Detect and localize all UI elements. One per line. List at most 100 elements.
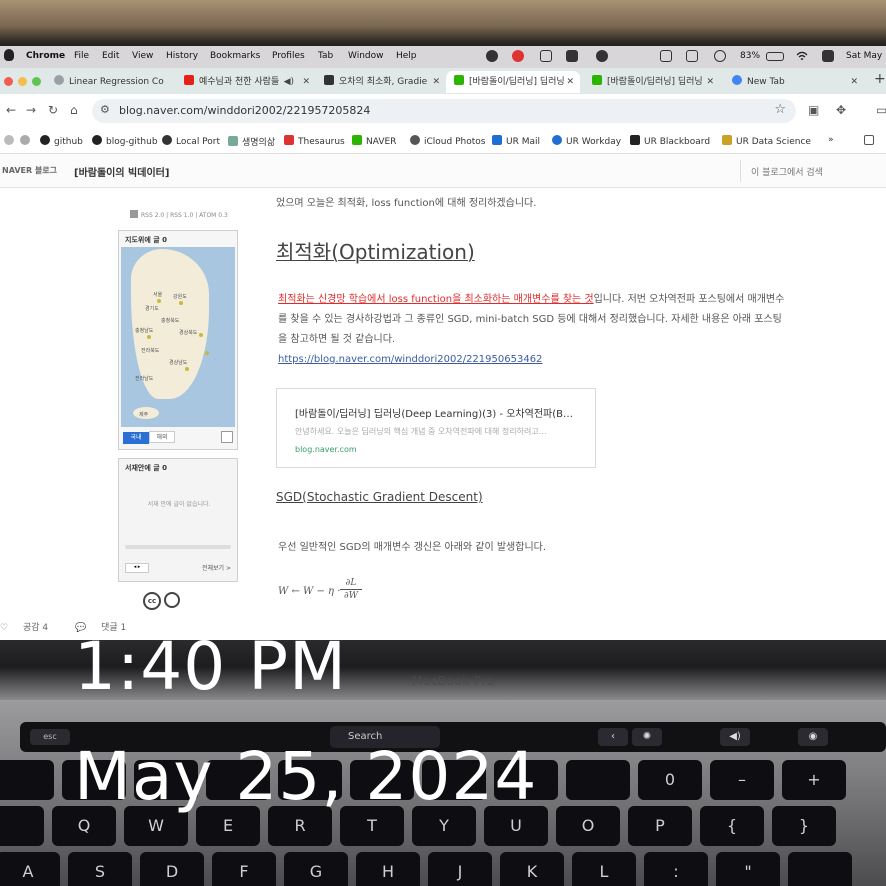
- menu-tab[interactable]: Tab: [318, 51, 333, 61]
- map-expand-icon[interactable]: [221, 431, 233, 443]
- link-preview-card[interactable]: [바람돌이/딥러닝] 딥러닝(Deep Learning)(3) - 오차역전파…: [276, 388, 596, 468]
- tab-active-blog[interactable]: [바람돌이/딥러닝] 딥러닝 ✕: [446, 71, 580, 93]
- extension-icon[interactable]: ▣: [808, 103, 819, 117]
- menu-help[interactable]: Help: [396, 51, 417, 61]
- map-tab-domestic[interactable]: 국내: [123, 432, 149, 444]
- address-bar[interactable]: ⚙ blog.naver.com/winddori2002/2219572058…: [92, 99, 796, 123]
- bookmark-local-port[interactable]: Local Port: [162, 135, 220, 147]
- library-widget-title: 서재안에 글 0: [125, 464, 167, 472]
- bluetooth-icon[interactable]: [660, 50, 672, 62]
- bookmark-star-icon[interactable]: ☆: [774, 102, 786, 117]
- focus-on-icon[interactable]: [596, 50, 608, 62]
- extensions-puzzle-icon[interactable]: ✥: [836, 103, 846, 117]
- window-zoom-icon[interactable]: [32, 77, 41, 86]
- speaker-icon[interactable]: ◀): [284, 71, 294, 93]
- map-marker[interactable]: [199, 333, 203, 337]
- bookmark-label: github: [54, 137, 83, 147]
- address-url[interactable]: blog.naver.com/winddori2002/221957205824: [119, 104, 370, 117]
- more-bookmarks-chevron-icon[interactable]: »: [828, 135, 834, 145]
- bookmark-naver[interactable]: NAVER: [352, 135, 396, 147]
- like-button[interactable]: ♡ 공감 4: [0, 623, 60, 633]
- menu-profiles[interactable]: Profiles: [272, 51, 305, 61]
- bookmark-label: UR Blackboard: [644, 137, 711, 147]
- naver-blog-logo[interactable]: NAVER 블로그: [2, 165, 57, 176]
- play-icon[interactable]: [714, 50, 726, 62]
- bookmark-saengmyeong[interactable]: 생명의삶: [228, 135, 275, 148]
- forward-arrow-icon[interactable]: →: [26, 103, 36, 117]
- rss-links[interactable]: RSS 2.0 | RSS 1.0 | ATOM 0.3: [130, 210, 228, 219]
- control-center-icon[interactable]: [822, 50, 834, 62]
- reload-icon[interactable]: ↻: [48, 103, 58, 117]
- menu-view[interactable]: View: [132, 51, 153, 61]
- all-bookmarks-folder-icon[interactable]: [864, 135, 878, 147]
- tab-new-tab[interactable]: New Tab ✕: [724, 71, 864, 93]
- laptop-model-label: MacBook Pro: [412, 674, 495, 688]
- library-scrollbar[interactable]: [125, 545, 231, 549]
- input-source-icon[interactable]: [686, 50, 698, 62]
- wifi-icon[interactable]: [796, 50, 808, 62]
- link-card-domain: blog.naver.com: [295, 445, 357, 454]
- menu-edit[interactable]: Edit: [102, 51, 119, 61]
- map-marker[interactable]: [147, 335, 151, 339]
- home-icon[interactable]: ⌂: [70, 103, 78, 117]
- window-close-icon[interactable]: [4, 77, 13, 86]
- attribution-icon: [164, 592, 180, 608]
- bookmark-ur-mail[interactable]: UR Mail: [492, 135, 540, 147]
- map-tab-abroad[interactable]: 해외: [149, 431, 175, 443]
- display-icon[interactable]: [566, 50, 578, 62]
- tab-close-icon[interactable]: ✕: [302, 71, 310, 93]
- globe-icon: [162, 135, 172, 145]
- korea-map[interactable]: 서울 강원도 경기도 충청북도 충청남도 경상북도 전라북도 경상남도 전라남도…: [121, 247, 235, 427]
- menubar-clock[interactable]: Sat May: [846, 51, 882, 61]
- record-icon[interactable]: [512, 50, 524, 62]
- menu-file[interactable]: File: [74, 51, 89, 61]
- bookmark-icloud-photos[interactable]: iCloud Photos: [410, 135, 485, 147]
- key-p: P: [628, 806, 692, 846]
- key-bracket-right: }: [772, 806, 836, 846]
- map-marker[interactable]: [179, 301, 183, 305]
- grammarly-icon[interactable]: [486, 50, 498, 62]
- tab-linear-regression[interactable]: Linear Regression Co: [46, 71, 176, 93]
- tab-close-icon[interactable]: ✕: [706, 71, 714, 93]
- apple-menu-icon[interactable]: [4, 49, 14, 61]
- bookmark-ur-data-science[interactable]: UR Data Science: [722, 135, 811, 147]
- touchbar-volume-icon: ◀): [720, 728, 750, 746]
- blog-title[interactable]: [바람돌이의 빅데이터]: [74, 164, 169, 179]
- map-marker[interactable]: [205, 351, 209, 355]
- new-tab-plus-icon[interactable]: +: [874, 71, 886, 87]
- key-tilde: [0, 760, 54, 800]
- tab-youtube[interactable]: 예수님과 천한 사람들 ◀) ✕: [176, 71, 316, 93]
- bookmark-github[interactable]: github: [40, 135, 83, 147]
- map-marker[interactable]: [157, 299, 161, 303]
- menu-chrome[interactable]: Chrome: [26, 51, 65, 61]
- side-panel-icon[interactable]: ▭: [876, 103, 886, 117]
- tab-close-icon[interactable]: ✕: [850, 71, 858, 93]
- blog-search-input[interactable]: 이 블로그에서 검색: [740, 160, 886, 182]
- library-pager-arrows-icon[interactable]: ◂ ▸: [125, 563, 149, 573]
- back-arrow-icon[interactable]: ←: [6, 103, 16, 117]
- battery-icon[interactable]: [766, 52, 784, 61]
- library-view-all-link[interactable]: 전체보기 >: [202, 563, 231, 572]
- site-info-icon[interactable]: ⚙: [100, 103, 110, 116]
- tab-close-icon[interactable]: ✕: [566, 71, 574, 93]
- key-a: A: [0, 852, 60, 886]
- volume-icon[interactable]: [540, 50, 552, 62]
- key-return: [788, 852, 852, 886]
- apps-icon[interactable]: [4, 135, 18, 147]
- window-minimize-icon[interactable]: [18, 77, 27, 86]
- bookmark-blog-github[interactable]: blog-github: [92, 135, 158, 147]
- bookmark-ur-blackboard[interactable]: UR Blackboard: [630, 135, 710, 147]
- bookmark-folder-icon[interactable]: [20, 135, 34, 147]
- tab-close-icon[interactable]: ✕: [432, 71, 440, 93]
- menu-bookmarks[interactable]: Bookmarks: [210, 51, 260, 61]
- menu-window[interactable]: Window: [348, 51, 384, 61]
- menu-history[interactable]: History: [166, 51, 198, 61]
- key-bracket-left: {: [700, 806, 764, 846]
- tab-gradient[interactable]: 오차의 최소화, Gradie ✕: [316, 71, 446, 93]
- bookmark-ur-workday[interactable]: UR Workday: [552, 135, 621, 147]
- formula-fraction: ∂L ∂W: [340, 578, 362, 601]
- tab-blog-2[interactable]: [바람돌이/딥러닝] 딥러닝 ✕: [584, 71, 720, 93]
- bookmark-thesaurus[interactable]: Thesaurus: [284, 135, 345, 147]
- reference-link[interactable]: https://blog.naver.com/winddori2002/2219…: [278, 354, 542, 365]
- map-marker[interactable]: [185, 367, 189, 371]
